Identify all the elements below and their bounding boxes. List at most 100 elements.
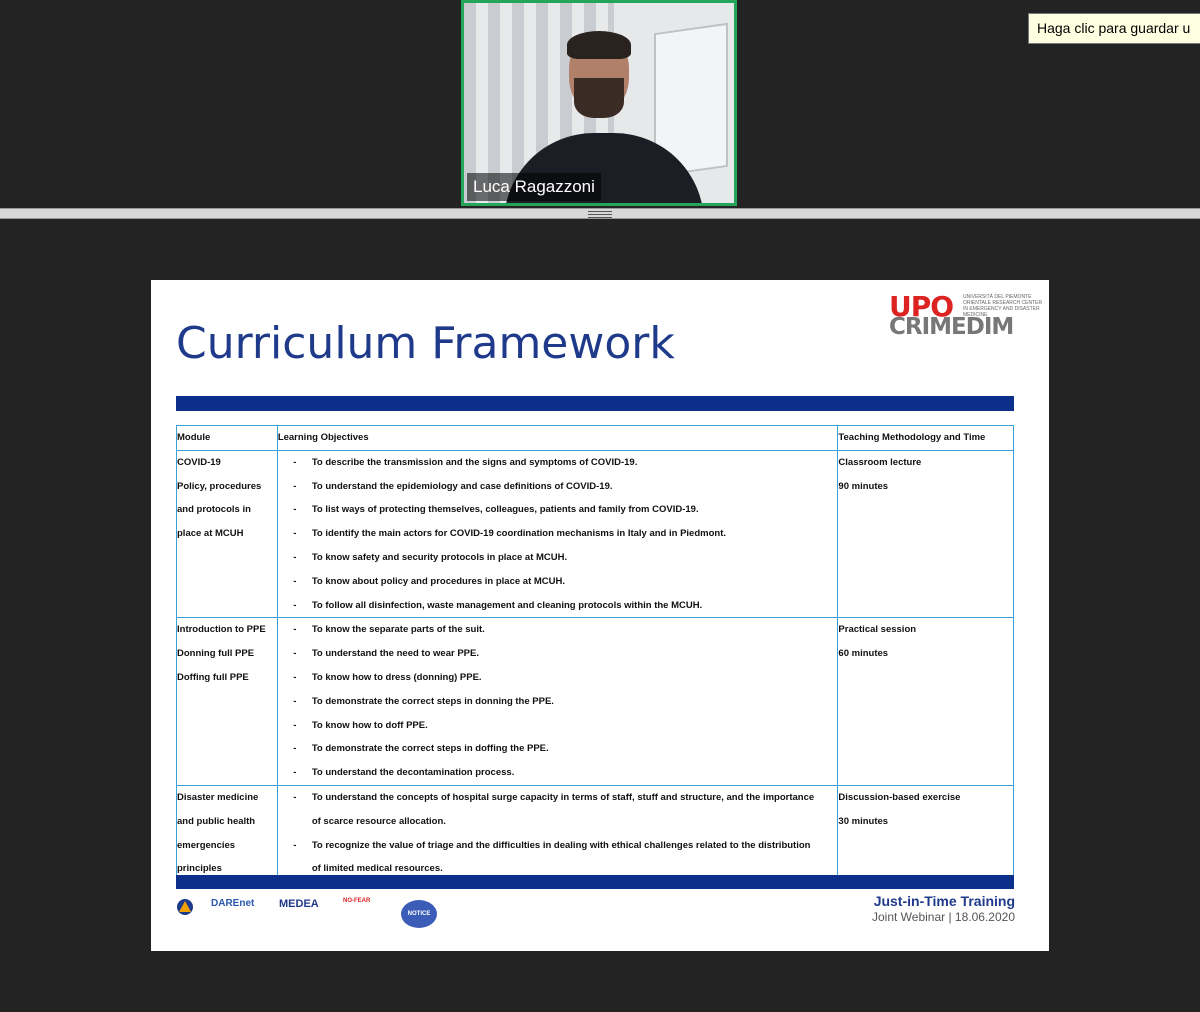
bullet-dash: -: [293, 743, 297, 755]
bullet-dash: -: [293, 695, 297, 707]
objective-item: - To list ways of protecting themselves, …: [278, 498, 838, 522]
objectives-cell: - To understand the concepts of hospital …: [276, 784, 839, 883]
table-row: Introduction to PPE Donning full PPE Doffi…: [176, 617, 1014, 786]
method-line: Discussion-based exercise: [838, 791, 961, 803]
bullet-dash: -: [293, 648, 297, 660]
method-cell: Practical session 60 minutes: [837, 617, 1014, 786]
logo-crimedim-text: CRIMEDIM: [889, 314, 1014, 340]
objective-text: To understand the concepts of hospital s…: [311, 791, 815, 803]
method-cell: Classroom lecture 90 minutes: [837, 449, 1014, 619]
method-line: 30 minutes: [838, 815, 889, 827]
objective-item: - To know how to doff PPE.: [278, 714, 838, 738]
objective-text: To know how to dress (donning) PPE.: [311, 671, 482, 683]
bullet-dash: -: [293, 839, 297, 851]
bullet-dash: -: [293, 624, 297, 636]
objective-text: To know how to doff PPE.: [311, 719, 428, 731]
table-header-row: Module Learning Objectives Teaching Meth…: [176, 425, 1014, 451]
module-line: Donning full PPE: [177, 648, 255, 660]
participant-video-tile[interactable]: Luca Ragazzoni: [461, 0, 737, 206]
objective-text: To know about policy and procedures in p…: [311, 575, 566, 587]
objective-item: - To know about policy and procedures in …: [278, 570, 838, 594]
footer-title: Just-in-Time Training: [873, 893, 1015, 909]
objective-text: To list ways of protecting themselves, c…: [311, 504, 699, 516]
curriculum-table: Module Learning Objectives Teaching Meth…: [176, 425, 1014, 883]
objective-item: - To know safety and security protocols i…: [278, 546, 838, 570]
participant-name-label: Luca Ragazzoni: [467, 173, 601, 201]
objective-item: - To identify the main actors for COVID-1…: [278, 522, 838, 546]
method-line: 90 minutes: [838, 480, 889, 492]
module-cell: COVID-19 Policy, procedures and protocols …: [176, 449, 278, 619]
objective-item: - To understand the epidemiology and case…: [278, 475, 838, 499]
objective-text: To demonstrate the correct steps in doff…: [311, 743, 549, 755]
notice-logo: NOTICE: [401, 900, 437, 928]
table-row: Disaster medicine and public health emerge…: [176, 784, 1014, 883]
bullet-dash: -: [293, 551, 297, 563]
objective-text: To follow all disinfection, waste manage…: [311, 599, 703, 611]
nofear-logo: NO-FEAR: [343, 898, 371, 904]
bullet-dash: -: [293, 504, 297, 516]
save-tooltip: Haga clic para guardar u: [1028, 13, 1200, 44]
bullet-dash: -: [293, 480, 297, 492]
table-row: COVID-19 Policy, procedures and protocols …: [176, 449, 1014, 619]
upo-crimedim-logo: UPO UNIVERSITÀ DEL PIEMONTE ORIENTALE RE…: [889, 290, 1042, 340]
method-line: 60 minutes: [838, 648, 889, 660]
objective-item: - To follow all disinfection, waste manag…: [278, 594, 838, 618]
objective-text: To know safety and security protocols in…: [311, 551, 568, 563]
video-strip: Luca Ragazzoni Haga clic para guardar u: [0, 0, 1200, 208]
bullet-dash: -: [293, 791, 297, 803]
objective-text: To identify the main actors for COVID-19…: [311, 528, 727, 540]
splitter-grip-icon[interactable]: [588, 211, 612, 218]
objective-text: To demonstrate the correct steps in donn…: [311, 695, 554, 707]
bullet-dash: -: [293, 575, 297, 587]
method-line: Classroom lecture: [838, 456, 922, 468]
civil-protection-logo: [176, 898, 194, 918]
objective-text: To know the separate parts of the suit.: [311, 624, 485, 636]
module-line: emergencies: [177, 839, 236, 851]
objective-item: - To understand the decontamination proce…: [278, 761, 838, 785]
bullet-dash: [278, 810, 312, 834]
objective-text: To recognize the value of triage and the…: [311, 839, 811, 851]
header-method: Teaching Methodology and Time: [837, 425, 1014, 451]
module-line: and protocols in: [177, 504, 251, 516]
objective-item: of scarce resource allocation.: [278, 810, 838, 834]
objective-text: of scarce resource allocation.: [311, 815, 446, 827]
objective-item: - To recognize the value of triage and th…: [278, 834, 838, 858]
module-line: Introduction to PPE: [177, 624, 266, 636]
objective-text: To understand the need to wear PPE.: [311, 648, 479, 660]
bullet-dash: -: [293, 767, 297, 779]
bullet-dash: -: [293, 671, 297, 683]
objective-item: - To know how to dress (donning) PPE.: [278, 666, 838, 690]
objective-item: - To demonstrate the correct steps in dof…: [278, 737, 838, 761]
module-cell: Introduction to PPE Donning full PPE Doffi…: [176, 617, 278, 786]
objectives-cell: - To describe the transmission and the si…: [276, 449, 839, 619]
participant-hair: [567, 31, 631, 59]
objective-item: - To demonstrate the correct steps in don…: [278, 690, 838, 714]
header-divider-bar: [176, 396, 1014, 411]
bullet-dash: -: [293, 528, 297, 540]
objective-text: To understand the decontamination proces…: [311, 767, 515, 779]
module-line: Disaster medicine: [177, 791, 259, 803]
module-line: Policy, procedures: [177, 480, 262, 492]
medea-logo: MEDEA: [279, 898, 319, 910]
method-cell: Discussion-based exercise 30 minutes: [837, 784, 1014, 883]
bullet-dash: -: [293, 599, 297, 611]
objective-item: - To understand the concepts of hospital …: [278, 786, 838, 810]
module-cell: Disaster medicine and public health emerge…: [176, 784, 278, 883]
objective-item: - To describe the transmission and the si…: [278, 451, 838, 475]
shared-slide: Curriculum Framework UPO UNIVERSITÀ DEL …: [151, 280, 1049, 951]
objectives-cell: - To know the separate parts of the suit.…: [276, 617, 839, 786]
bullet-dash: -: [293, 456, 297, 468]
module-line: and public health: [177, 815, 256, 827]
module-line: COVID-19: [177, 456, 221, 468]
objective-text: To understand the epidemiology and case …: [311, 480, 613, 492]
darenet-logo: DAREnet: [211, 898, 255, 909]
slide-title: Curriculum Framework: [176, 318, 675, 369]
footer-divider-bar: [176, 875, 1014, 889]
module-line: Doffing full PPE: [177, 671, 249, 683]
objective-item: - To understand the need to wear PPE.: [278, 642, 838, 666]
footer-subtitle: Joint Webinar | 18.06.2020: [872, 910, 1015, 924]
objective-text: To describe the transmission and the sig…: [311, 456, 638, 468]
module-line: place at MCUH: [177, 528, 244, 540]
method-line: Practical session: [838, 624, 917, 636]
bullet-dash: -: [293, 719, 297, 731]
